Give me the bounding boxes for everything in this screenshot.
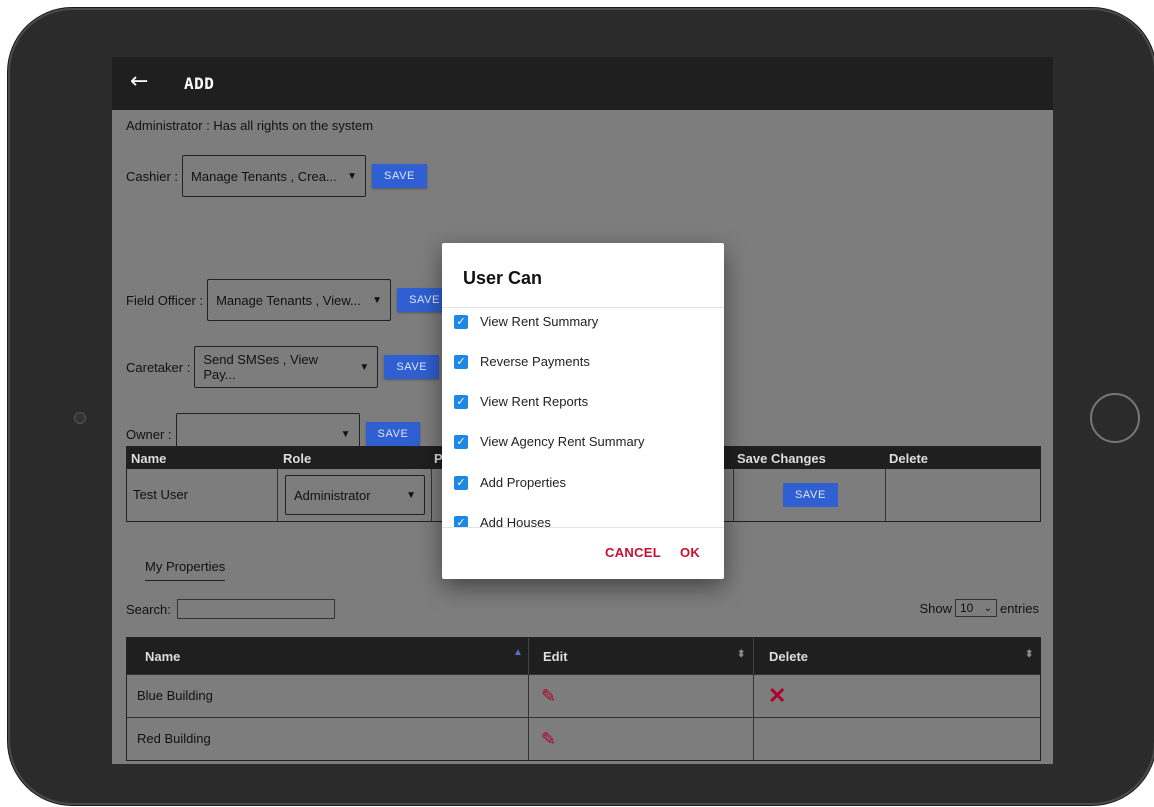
caret-down-icon: ▼ <box>406 489 416 501</box>
col-delete: Delete <box>889 451 929 466</box>
select-value: Administrator <box>294 487 371 503</box>
permissions-dialog: User Can ✓ View Rent Summary ✓ Reverse P… <box>442 243 724 579</box>
select-value: 10 <box>959 601 974 615</box>
option-label: Add Properties <box>480 475 566 490</box>
ok-button[interactable]: OK <box>680 545 700 560</box>
role-permissions-select[interactable]: Send SMSes , View Pay... ▼ <box>194 346 379 388</box>
role-permissions-select[interactable]: Manage Tenants , Crea... ▼ <box>182 155 367 197</box>
home-button[interactable] <box>1090 393 1140 443</box>
entries-label: entries <box>999 600 1039 616</box>
permission-option[interactable]: ✓ Reverse Payments <box>454 354 590 369</box>
admin-note: Administrator : Has all rights on the sy… <box>126 118 374 133</box>
search-input[interactable] <box>176 599 335 619</box>
table-row: Red Building ✎ <box>127 717 1040 760</box>
page-title: ADD <box>184 74 215 93</box>
checkbox-checked-icon[interactable]: ✓ <box>454 515 468 527</box>
col-role: Role <box>283 451 312 466</box>
user-role-select[interactable]: Administrator ▼ <box>285 475 425 515</box>
property-name: Blue Building <box>137 688 213 703</box>
arrow-left-icon[interactable]: ← <box>130 69 148 94</box>
camera-icon <box>74 412 86 424</box>
tab-my-properties[interactable]: My Properties <box>145 559 226 581</box>
select-value: Manage Tenants , Crea... <box>191 168 337 184</box>
role-row-caretaker: Caretaker : Send SMSes , View Pay... ▼ S… <box>126 346 440 388</box>
option-label: View Rent Summary <box>480 314 599 329</box>
chevron-down-icon: ⌄ <box>983 602 992 614</box>
search-label: Search: <box>126 601 171 617</box>
permission-option[interactable]: ✓ View Agency Rent Summary <box>454 434 645 449</box>
pencil-icon[interactable]: ✎ <box>541 729 556 750</box>
role-label: Cashier : <box>126 168 179 184</box>
select-value: Manage Tenants , View... <box>216 292 361 308</box>
role-label: Field Officer : <box>126 292 204 308</box>
role-permissions-select[interactable]: Manage Tenants , View... ▼ <box>207 279 392 321</box>
permission-list[interactable]: ✓ View Rent Summary ✓ Reverse Payments ✓… <box>442 308 724 527</box>
sort-asc-icon[interactable]: ▲ <box>513 647 523 658</box>
checkbox-checked-icon[interactable]: ✓ <box>454 434 468 449</box>
table-header: Name ▲ Edit ⬍ Delete ⬍ <box>127 638 1040 674</box>
table-row: Blue Building ✎ ✕ <box>127 674 1040 717</box>
checkbox-checked-icon[interactable]: ✓ <box>454 314 468 329</box>
caret-down-icon: ▼ <box>372 294 383 306</box>
search-bar: Search: <box>126 599 335 619</box>
permission-option[interactable]: ✓ View Rent Reports <box>454 394 588 409</box>
sort-icon[interactable]: ⬍ <box>737 649 745 660</box>
caret-down-icon: ▼ <box>340 428 351 440</box>
app-bar: ← ADD <box>112 57 1053 110</box>
role-row-cashier: Cashier : Manage Tenants , Crea... ▼ SAV… <box>126 155 427 197</box>
divider <box>442 527 724 528</box>
col-name[interactable]: Name <box>145 649 180 664</box>
col-edit[interactable]: Edit <box>543 649 568 664</box>
cancel-button[interactable]: CANCEL <box>605 545 661 560</box>
entries-select[interactable]: 10 ⌄ <box>954 599 997 617</box>
role-label: Caretaker : <box>126 359 191 375</box>
checkbox-checked-icon[interactable]: ✓ <box>454 394 468 409</box>
show-label: Show <box>919 600 952 616</box>
save-button[interactable]: SAVE <box>365 422 421 446</box>
save-button[interactable]: SAVE <box>384 355 440 379</box>
permission-option[interactable]: ✓ Add Houses <box>454 515 551 527</box>
role-row-field-officer: Field Officer : Manage Tenants , View...… <box>126 279 452 321</box>
checkbox-checked-icon[interactable]: ✓ <box>454 475 468 490</box>
permission-option[interactable]: ✓ Add Properties <box>454 475 566 490</box>
caret-down-icon: ▼ <box>359 361 370 373</box>
save-button[interactable]: SAVE <box>372 164 427 188</box>
option-label: Add Houses <box>480 515 551 527</box>
col-save-changes: Save Changes <box>737 451 826 466</box>
properties-table: Name ▲ Edit ⬍ Delete ⬍ Blue Building ✎ ✕… <box>126 637 1041 761</box>
save-button[interactable]: SAVE <box>783 483 838 507</box>
col-name: Name <box>131 451 167 466</box>
option-label: View Rent Reports <box>480 394 589 409</box>
col-delete[interactable]: Delete <box>769 649 808 664</box>
pencil-icon[interactable]: ✎ <box>541 686 556 707</box>
checkbox-checked-icon[interactable]: ✓ <box>454 354 468 369</box>
caret-down-icon: ▼ <box>347 170 358 182</box>
role-label: Owner : <box>126 426 172 442</box>
show-entries: Show 10 ⌄ entries <box>919 599 1039 617</box>
permission-option[interactable]: ✓ View Rent Summary <box>454 314 598 329</box>
user-name: Test User <box>133 487 188 502</box>
dialog-title: User Can <box>463 268 543 288</box>
close-icon[interactable]: ✕ <box>768 683 786 709</box>
property-name: Red Building <box>137 731 211 746</box>
option-label: Reverse Payments <box>480 354 590 369</box>
option-label: View Agency Rent Summary <box>480 434 645 449</box>
sort-icon[interactable]: ⬍ <box>1025 649 1033 660</box>
select-value: Send SMSes , View Pay... <box>203 352 318 382</box>
